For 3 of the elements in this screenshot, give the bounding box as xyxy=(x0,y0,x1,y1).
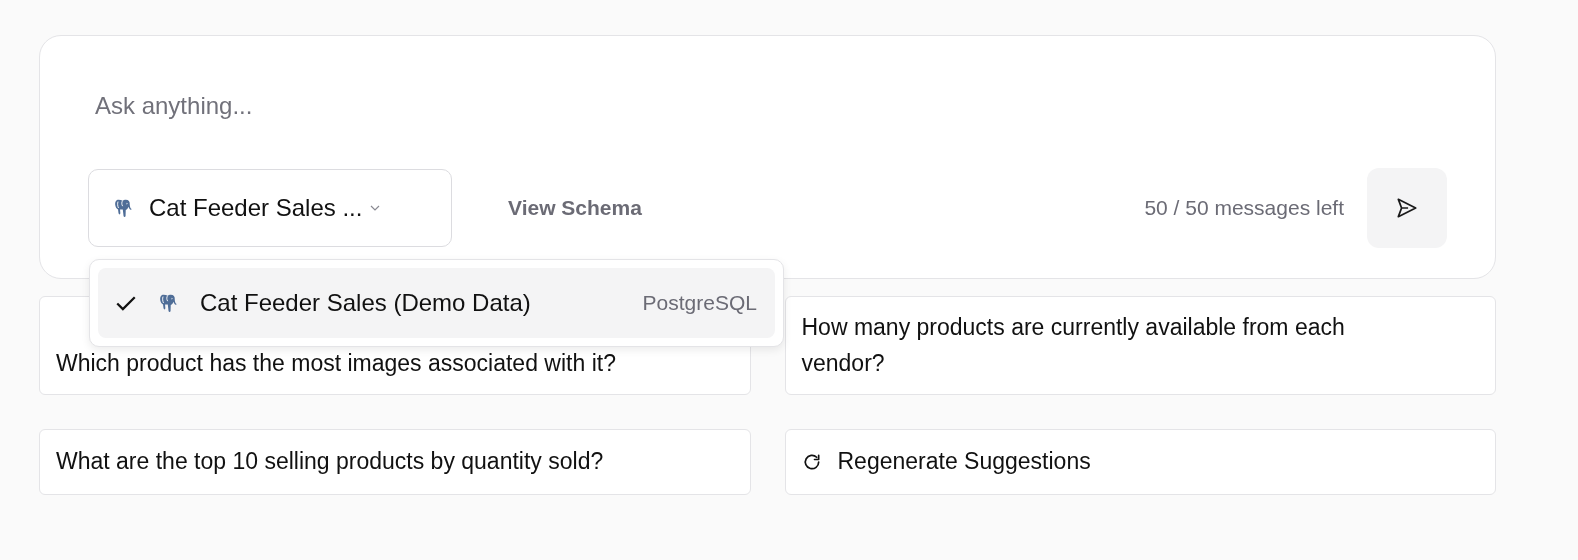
message-counter: 50 / 50 messages left xyxy=(1144,196,1344,220)
option-name: Cat Feeder Sales (Demo Data) xyxy=(200,289,531,317)
option-type: PostgreSQL xyxy=(642,291,757,315)
